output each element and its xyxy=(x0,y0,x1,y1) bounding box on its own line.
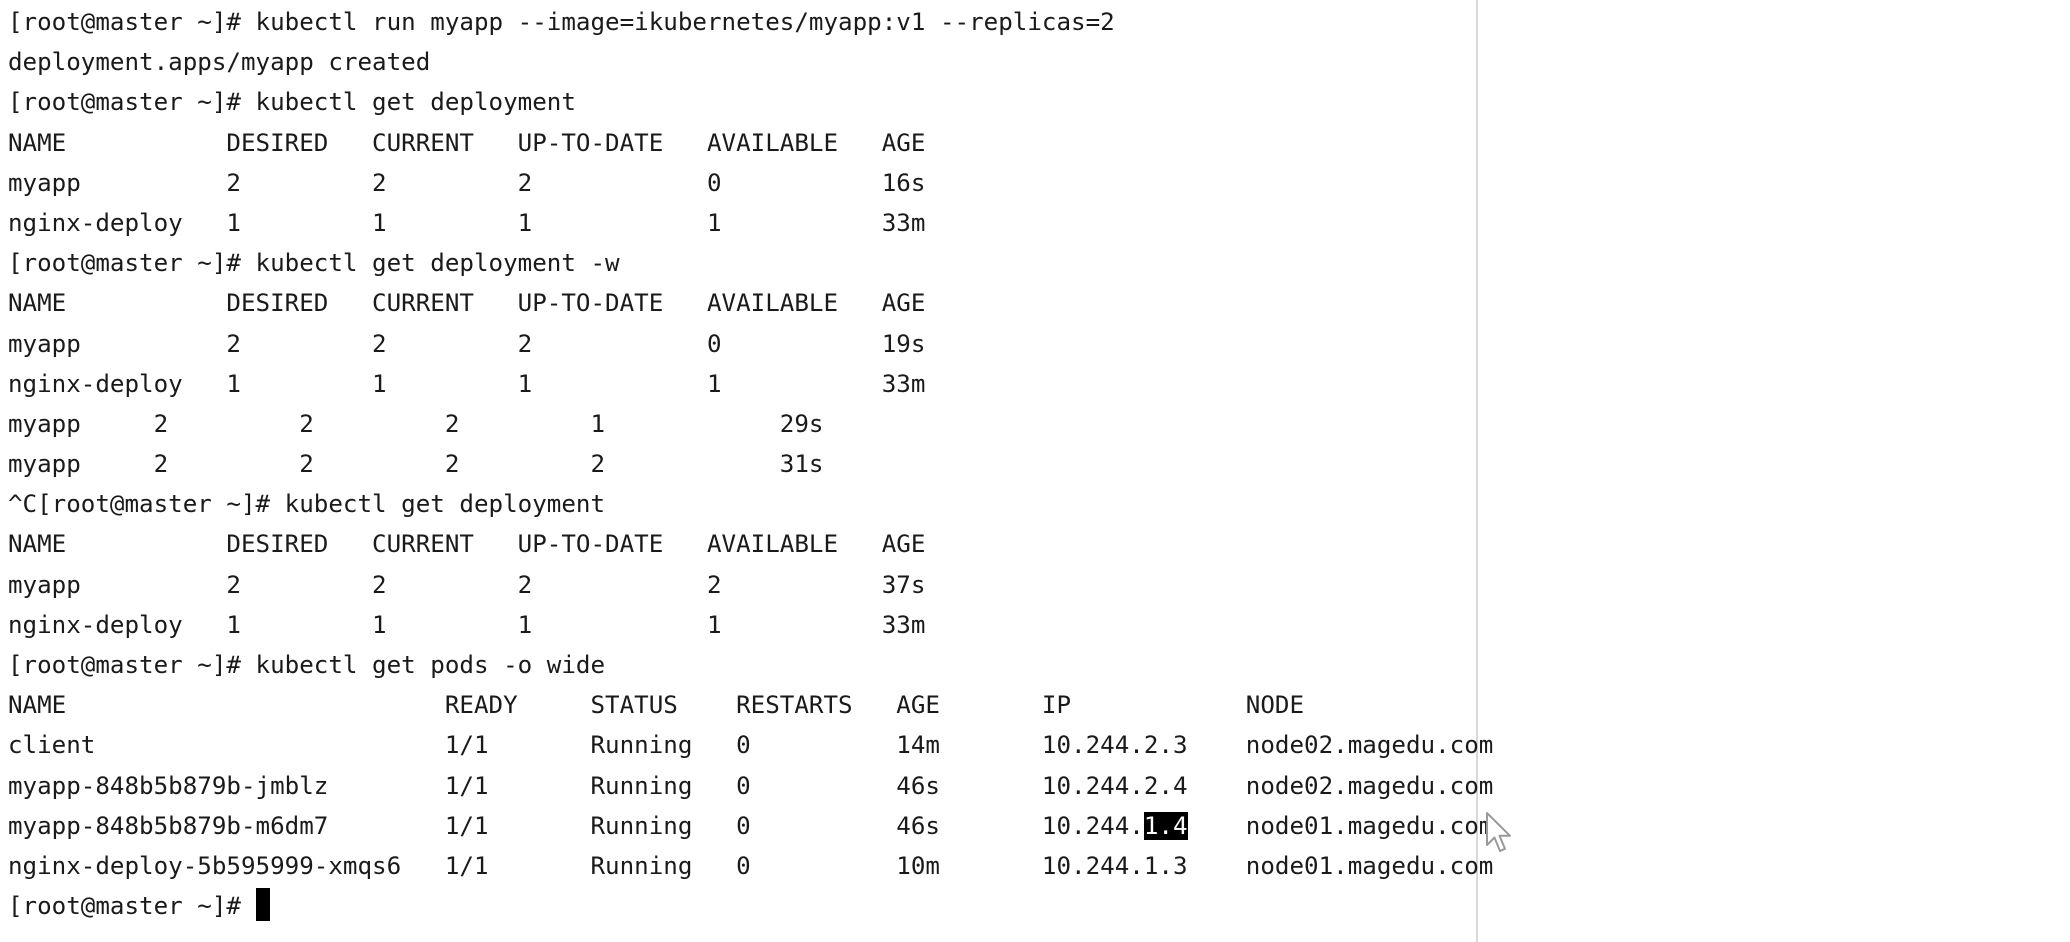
terminal-line: myapp 2 2 2 0 19s xyxy=(8,324,1493,364)
terminal-text: [root@master ~]# kubectl get pods -o wid… xyxy=(8,651,606,679)
terminal-line: [root@master ~]# kubectl get deployment xyxy=(8,82,1493,122)
terminal-text: myapp 2 2 2 0 16s xyxy=(8,168,926,197)
terminal-text: myapp 2 2 2 2 31s xyxy=(8,450,824,479)
text-cursor xyxy=(255,888,270,922)
terminal-text: client 1/1 Running 0 14m 10.244.2.3 node… xyxy=(8,731,1494,760)
terminal-line: client 1/1 Running 0 14m 10.244.2.3 node… xyxy=(8,725,1493,765)
terminal-text: myapp-848b5b879b-jmblz 1/1 Running 0 46s… xyxy=(8,771,1494,800)
terminal-text: nginx-deploy 1 1 1 1 33m xyxy=(8,610,926,639)
terminal-line: nginx-deploy-5b595999-xmqs6 1/1 Running … xyxy=(8,846,1493,886)
prompt-line[interactable]: [root@master ~]# xyxy=(8,886,1493,926)
terminal-line: myapp 2 2 2 0 16s xyxy=(8,163,1493,203)
terminal-line: [root@master ~]# kubectl get deployment … xyxy=(8,243,1493,283)
terminal-line: NAME DESIRED CURRENT UP-TO-DATE AVAILABL… xyxy=(8,524,1493,564)
terminal-line: myapp-848b5b879b-m6dm7 1/1 Running 0 46s… xyxy=(8,806,1493,846)
terminal-text: [root@master ~]# kubectl run myapp --ima… xyxy=(8,8,1115,36)
terminal-text: [root@master ~]# kubectl get deployment … xyxy=(8,249,620,278)
terminal-text: deployment.apps/myapp created xyxy=(8,48,431,77)
terminal-text: myapp 2 2 2 0 19s xyxy=(8,329,926,358)
terminal-text: myapp 2 2 2 2 37s xyxy=(8,570,926,599)
terminal-line: nginx-deploy 1 1 1 1 33m xyxy=(8,605,1493,645)
terminal-text: myapp 2 2 2 1 29s xyxy=(8,409,824,438)
terminal-line: deployment.apps/myapp created xyxy=(8,42,1493,82)
terminal-line: ^C[root@master ~]# kubectl get deploymen… xyxy=(8,484,1493,524)
terminal-line: NAME READY STATUS RESTARTS AGE IP NODE xyxy=(8,685,1493,725)
terminal-text: nginx-deploy 1 1 1 1 33m xyxy=(8,208,926,237)
terminal-line: myapp 2 2 2 1 29s xyxy=(8,404,1493,444)
terminal-line: [root@master ~]# kubectl run myapp --ima… xyxy=(8,2,1493,42)
terminal-line: nginx-deploy 1 1 1 1 33m xyxy=(8,364,1493,404)
terminal-text: NAME DESIRED CURRENT UP-TO-DATE AVAILABL… xyxy=(8,289,926,318)
terminal-window[interactable]: [root@master ~]# kubectl run myapp --ima… xyxy=(0,0,1493,942)
terminal-line: [root@master ~]# kubectl get pods -o wid… xyxy=(8,645,1493,685)
terminal-text: NAME DESIRED CURRENT UP-TO-DATE AVAILABL… xyxy=(8,128,926,157)
terminal-text: node01.magedu.com xyxy=(1187,811,1494,840)
terminal-line: nginx-deploy 1 1 1 1 33m xyxy=(8,203,1493,243)
terminal-line: NAME DESIRED CURRENT UP-TO-DATE AVAILABL… xyxy=(8,123,1493,163)
terminal-text: nginx-deploy 1 1 1 1 33m xyxy=(8,369,926,398)
shell-prompt: [root@master ~]# xyxy=(8,892,256,921)
terminal-text: NAME READY STATUS RESTARTS AGE IP NODE xyxy=(8,691,1305,720)
terminal-text: [root@master ~]# kubectl get deployment xyxy=(8,88,576,117)
terminal-line: myapp 2 2 2 2 31s xyxy=(8,444,1493,484)
terminal-line: myapp-848b5b879b-jmblz 1/1 Running 0 46s… xyxy=(8,766,1493,806)
terminal-line: NAME DESIRED CURRENT UP-TO-DATE AVAILABL… xyxy=(8,283,1493,323)
terminal-text: ^C[root@master ~]# kubectl get deploymen… xyxy=(8,490,606,519)
terminal-text: nginx-deploy-5b595999-xmqs6 1/1 Running … xyxy=(8,851,1494,880)
selected-text[interactable]: 1.4 xyxy=(1143,811,1188,840)
mouse-pointer-icon xyxy=(1486,812,1511,852)
terminal-text: NAME DESIRED CURRENT UP-TO-DATE AVAILABL… xyxy=(8,530,926,559)
terminal-output[interactable]: [root@master ~]# kubectl run myapp --ima… xyxy=(8,2,1493,926)
terminal-text: myapp-848b5b879b-m6dm7 1/1 Running 0 46s… xyxy=(8,811,1144,840)
terminal-line: myapp 2 2 2 2 37s xyxy=(8,565,1493,605)
